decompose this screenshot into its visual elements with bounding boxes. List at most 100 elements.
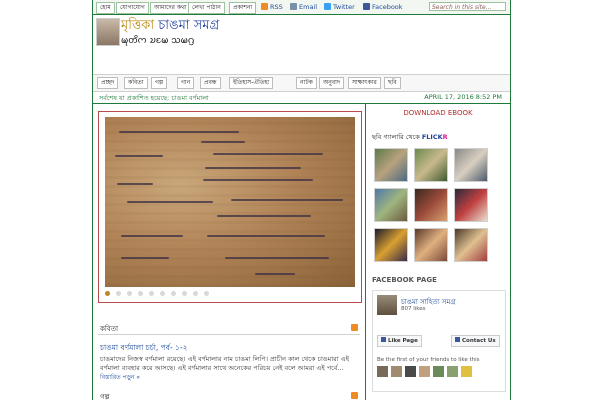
slider-dot[interactable] [105, 291, 110, 296]
flickr-thumb[interactable] [414, 148, 448, 182]
ink-line [231, 199, 343, 201]
flickr-thumb[interactable] [374, 148, 408, 182]
nav-item-poem[interactable]: কবিতা [124, 77, 148, 89]
site-title-part1: মৃত্তিকা [121, 18, 155, 33]
facebook-page-heading: FACEBOOK PAGE [372, 276, 437, 284]
ink-line [201, 141, 245, 143]
top-link-contact[interactable]: যোগাযোগ [116, 2, 149, 14]
flickr-thumb[interactable] [414, 228, 448, 262]
section-title-poem[interactable]: কবিতা [100, 323, 118, 335]
twitter-link[interactable]: Twitter [324, 2, 355, 12]
rss-icon[interactable] [351, 324, 358, 331]
flickr-logo-b: R [442, 133, 448, 141]
top-link-about[interactable]: আমাদের কথা [150, 2, 191, 14]
fb-like-label: Like Page [388, 338, 418, 344]
search-input[interactable]: Search in this site... [429, 2, 506, 11]
email-icon [290, 3, 297, 10]
slider-dot[interactable] [160, 291, 165, 296]
slider-dot[interactable] [116, 291, 121, 296]
slider-dot[interactable] [149, 291, 154, 296]
top-bar: হোম যোগাযোগ আমাদের কথা লেখা পাঠান প্রকাশ… [93, 0, 510, 15]
ink-line [205, 167, 301, 169]
slider-dot[interactable] [127, 291, 132, 296]
fb-contact-button[interactable]: Contact Us [451, 335, 500, 347]
flickr-heading: ছবি গ্যালারি থেকে FLICKR [372, 132, 448, 143]
friend-avatar[interactable] [391, 366, 402, 377]
post-text: চাঙমাদের নিজস্ব বর্ণমালা রয়েছে। এই বর্ণ… [100, 355, 349, 372]
nav-item-essay[interactable]: প্রবন্ধ [200, 77, 221, 89]
top-link-publication[interactable]: প্রকাশনা [229, 2, 257, 14]
manuscript-image[interactable] [105, 117, 355, 287]
friend-avatar[interactable] [433, 366, 444, 377]
sidebar: DOWNLOAD EBOOK ছবি গ্যালারি থেকে FLICKR … [366, 104, 510, 400]
slider-dot[interactable] [138, 291, 143, 296]
main-column: কবিতা চাঙমা বর্ণমালা চর্চা, পর্ব- ১-২ চা… [93, 104, 366, 400]
flickr-thumb[interactable] [454, 228, 488, 262]
flickr-thumb[interactable] [414, 188, 448, 222]
facebook-icon [363, 3, 370, 10]
section-header-poem: কবিতা [98, 322, 360, 335]
nav-item-song[interactable]: গান [177, 77, 195, 89]
rss-label: RSS [270, 3, 283, 11]
flickr-thumb[interactable] [374, 228, 408, 262]
facebook-link[interactable]: Facebook [363, 2, 403, 12]
friend-avatar[interactable] [461, 366, 472, 377]
flickr-thumb[interactable] [454, 148, 488, 182]
fb-page-avatar[interactable] [377, 295, 397, 315]
site-title-part2: চাঙমা সমগ্র [158, 18, 220, 33]
rss-icon [261, 3, 268, 10]
flickr-thumb[interactable] [374, 188, 408, 222]
fb-like-count: 807 likes [401, 306, 426, 312]
rss-link[interactable]: RSS [261, 2, 283, 12]
nav-item-translation[interactable]: অনুবাদ [319, 77, 345, 89]
friend-avatar[interactable] [447, 366, 458, 377]
nav-item-photo[interactable]: ছবি [384, 77, 401, 89]
ink-line [225, 257, 329, 259]
friend-avatar[interactable] [377, 366, 388, 377]
page-frame: হোম যোগাযোগ আমাদের কথা লেখা পাঠান প্রকাশ… [92, 0, 511, 400]
friend-avatar[interactable] [405, 366, 416, 377]
download-ebook-link[interactable]: DOWNLOAD EBOOK [366, 109, 510, 117]
facebook-icon [381, 337, 386, 342]
slider-dot[interactable] [182, 291, 187, 296]
friend-avatar[interactable] [419, 366, 430, 377]
fb-contact-label: Contact Us [462, 338, 496, 344]
email-link[interactable]: Email [290, 2, 317, 12]
flickr-prefix: ছবি গ্যালারি থেকে [372, 133, 420, 141]
ink-line [207, 235, 325, 237]
flickr-thumb[interactable] [454, 188, 488, 222]
nav-item-story[interactable]: গল্প [151, 77, 168, 89]
nav-item-interview[interactable]: সাক্ষাৎকার [348, 77, 381, 89]
ink-line [217, 215, 311, 217]
site-header: মৃত্তিকা চাঙমা সমগ্র 𑄟𑄪𑄖𑄨𑄇 𑄌𑄋𑄟 𑄥𑄟𑄉𑄳𑄢 [93, 15, 510, 73]
ink-line [117, 183, 153, 185]
main-nav: প্রচ্ছদ কবিতা গল্প গান প্রবন্ধ ইতিহাস-ঐত… [93, 74, 510, 92]
ink-line [255, 273, 295, 275]
ink-line [203, 179, 313, 181]
facebook-widget: চাঙমা সাহিত্য সমগ্র 807 likes Like Page … [372, 290, 506, 392]
ink-line [121, 257, 169, 259]
nav-item-home[interactable]: প্রচ্ছদ [97, 77, 119, 89]
ink-line [121, 235, 183, 237]
read-more-link[interactable]: বিস্তারিত পড়ুন » [100, 374, 140, 381]
nav-item-drama[interactable]: নাটক [296, 77, 317, 89]
ticker-text[interactable]: সর্বশেষ যা প্রকাশিত হয়েছে: চাঙমা বর্ণমা… [99, 93, 209, 104]
top-link-home[interactable]: হোম [96, 2, 115, 14]
slider-dot[interactable] [193, 291, 198, 296]
message-icon [455, 337, 460, 342]
fb-like-button[interactable]: Like Page [377, 335, 422, 347]
post-title[interactable]: চাঙমা বর্ণমালা চর্চা, পর্ব- ১-২ [100, 343, 188, 355]
rss-icon[interactable] [351, 392, 358, 399]
section-header-story: গল্প [98, 390, 360, 400]
twitter-icon [324, 3, 331, 10]
image-slider[interactable] [98, 111, 362, 303]
twitter-label: Twitter [333, 3, 355, 11]
news-ticker: সর্বশেষ যা প্রকাশিত হয়েছে: চাঙমা বর্ণমা… [93, 91, 510, 104]
slider-dot[interactable] [171, 291, 176, 296]
nav-item-history[interactable]: ইতিহাস-ঐতিহ্য [229, 77, 274, 89]
section-title-story[interactable]: গল্প [100, 391, 110, 400]
slider-dot[interactable] [204, 291, 209, 296]
post-excerpt: চাঙমাদের নিজস্ব বর্ণমালা রয়েছে। এই বর্ণ… [100, 355, 358, 382]
email-label: Email [299, 3, 318, 11]
top-link-submit[interactable]: লেখা পাঠান [188, 2, 225, 14]
